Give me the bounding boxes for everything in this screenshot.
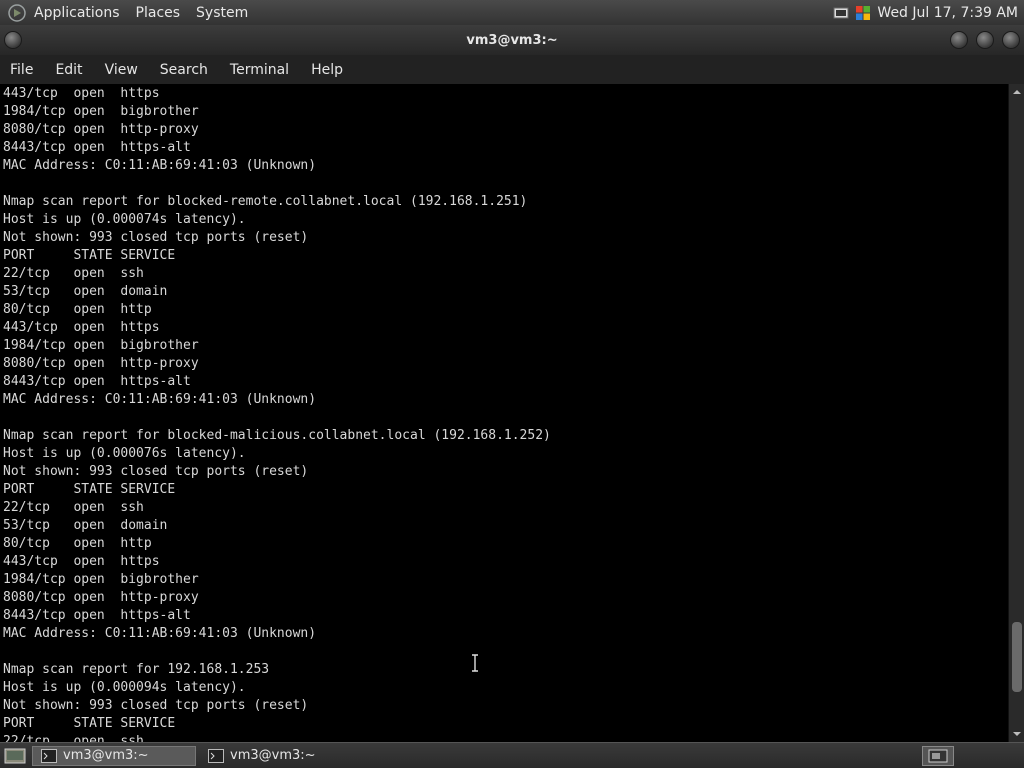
minimize-button[interactable]	[950, 31, 968, 49]
menu-file[interactable]: File	[10, 62, 33, 78]
terminal-line: 80/tcp open http	[3, 536, 152, 551]
terminal-icon	[208, 748, 224, 763]
window-menu-button[interactable]	[4, 31, 22, 49]
workspace-switcher-icon[interactable]	[922, 745, 954, 766]
terminal-line: MAC Address: C0:11:AB:69:41:03 (Unknown)	[3, 158, 317, 173]
terminal-line: 8443/tcp open https-alt	[3, 374, 191, 389]
terminal-line: 1984/tcp open bigbrother	[3, 572, 199, 587]
vertical-scrollbar[interactable]	[1008, 84, 1024, 742]
task-label: vm3@vm3:~	[230, 748, 316, 763]
panel-clock[interactable]: Wed Jul 17, 7:39 AM	[877, 5, 1018, 21]
terminal-line: PORT STATE SERVICE	[3, 248, 176, 263]
terminal-icon	[41, 748, 57, 763]
network-icon[interactable]	[833, 5, 849, 21]
scroll-up-icon[interactable]	[1012, 87, 1022, 97]
window-title: vm3@vm3:~	[466, 32, 558, 48]
terminal-line: PORT STATE SERVICE	[3, 482, 176, 497]
bottom-taskbar: vm3@vm3:~ vm3@vm3:~	[0, 742, 1024, 768]
taskbar-task-terminal-2[interactable]: vm3@vm3:~	[200, 746, 364, 766]
terminal-line: Not shown: 993 closed tcp ports (reset)	[3, 698, 309, 713]
terminal-line: PORT STATE SERVICE	[3, 716, 176, 731]
terminal-text: 443/tcp open https 1984/tcp open bigbroth…	[0, 84, 1008, 742]
terminal-line: 1984/tcp open bigbrother	[3, 104, 199, 119]
terminal-line: MAC Address: C0:11:AB:69:41:03 (Unknown)	[3, 392, 317, 407]
distro-logo-icon[interactable]	[8, 3, 26, 22]
terminal-line: 8080/tcp open http-proxy	[3, 356, 199, 371]
top-panel: Applications Places System Wed Jul 17, 7…	[0, 0, 1024, 25]
terminal-line: 53/tcp open domain	[3, 284, 168, 299]
terminal-line: MAC Address: C0:11:AB:69:41:03 (Unknown)	[3, 626, 317, 641]
terminal-line: Not shown: 993 closed tcp ports (reset)	[3, 464, 309, 479]
terminal-line: 53/tcp open domain	[3, 518, 168, 533]
terminal-line: 443/tcp open https	[3, 320, 160, 335]
terminal-line: 22/tcp open ssh	[3, 266, 144, 281]
close-button[interactable]	[1002, 31, 1020, 49]
terminal-line: 8443/tcp open https-alt	[3, 140, 191, 155]
terminal-line: 80/tcp open http	[3, 302, 152, 317]
menu-edit[interactable]: Edit	[55, 62, 82, 78]
terminal-output-area[interactable]: 443/tcp open https 1984/tcp open bigbroth…	[0, 84, 1008, 742]
terminal-line: Host is up (0.000094s latency).	[3, 680, 246, 695]
terminal-line: 1984/tcp open bigbrother	[3, 338, 199, 353]
terminal-line: Host is up (0.000074s latency).	[3, 212, 246, 227]
terminal-line: 22/tcp open ssh	[3, 734, 144, 742]
show-desktop-icon[interactable]	[4, 747, 26, 765]
terminal-line: Not shown: 993 closed tcp ports (reset)	[3, 230, 309, 245]
scroll-thumb[interactable]	[1012, 622, 1022, 692]
menu-search[interactable]: Search	[160, 62, 208, 78]
taskbar-task-terminal-1[interactable]: vm3@vm3:~	[32, 745, 196, 766]
terminal-line: Nmap scan report for blocked-malicious.c…	[3, 428, 551, 443]
menu-help[interactable]: Help	[311, 62, 343, 78]
terminal-line: 22/tcp open ssh	[3, 500, 144, 515]
terminal-line: Nmap scan report for blocked-remote.coll…	[3, 194, 528, 209]
system-menu[interactable]: System	[196, 5, 248, 21]
maximize-button[interactable]	[976, 31, 994, 49]
places-menu[interactable]: Places	[136, 5, 181, 21]
menu-view[interactable]: View	[105, 62, 138, 78]
window-titlebar[interactable]: vm3@vm3:~	[0, 25, 1024, 55]
terminal-line: 8443/tcp open https-alt	[3, 608, 191, 623]
terminal-line: 443/tcp open https	[3, 86, 160, 101]
menu-terminal[interactable]: Terminal	[230, 62, 289, 78]
terminal-menubar: File Edit View Search Terminal Help	[0, 55, 1024, 84]
scroll-down-icon[interactable]	[1012, 729, 1022, 739]
task-label: vm3@vm3:~	[63, 748, 149, 763]
applications-menu[interactable]: Applications	[34, 5, 120, 21]
terminal-line: 8080/tcp open http-proxy	[3, 122, 199, 137]
browser-icon[interactable]	[855, 5, 871, 21]
terminal-line: Host is up (0.000076s latency).	[3, 446, 246, 461]
text-cursor-icon	[472, 654, 478, 672]
terminal-line: 8080/tcp open http-proxy	[3, 590, 199, 605]
terminal-line: 443/tcp open https	[3, 554, 160, 569]
terminal-line: Nmap scan report for 192.168.1.253	[3, 662, 270, 677]
tray-area: Wed Jul 17, 7:39 AM	[833, 5, 1024, 21]
